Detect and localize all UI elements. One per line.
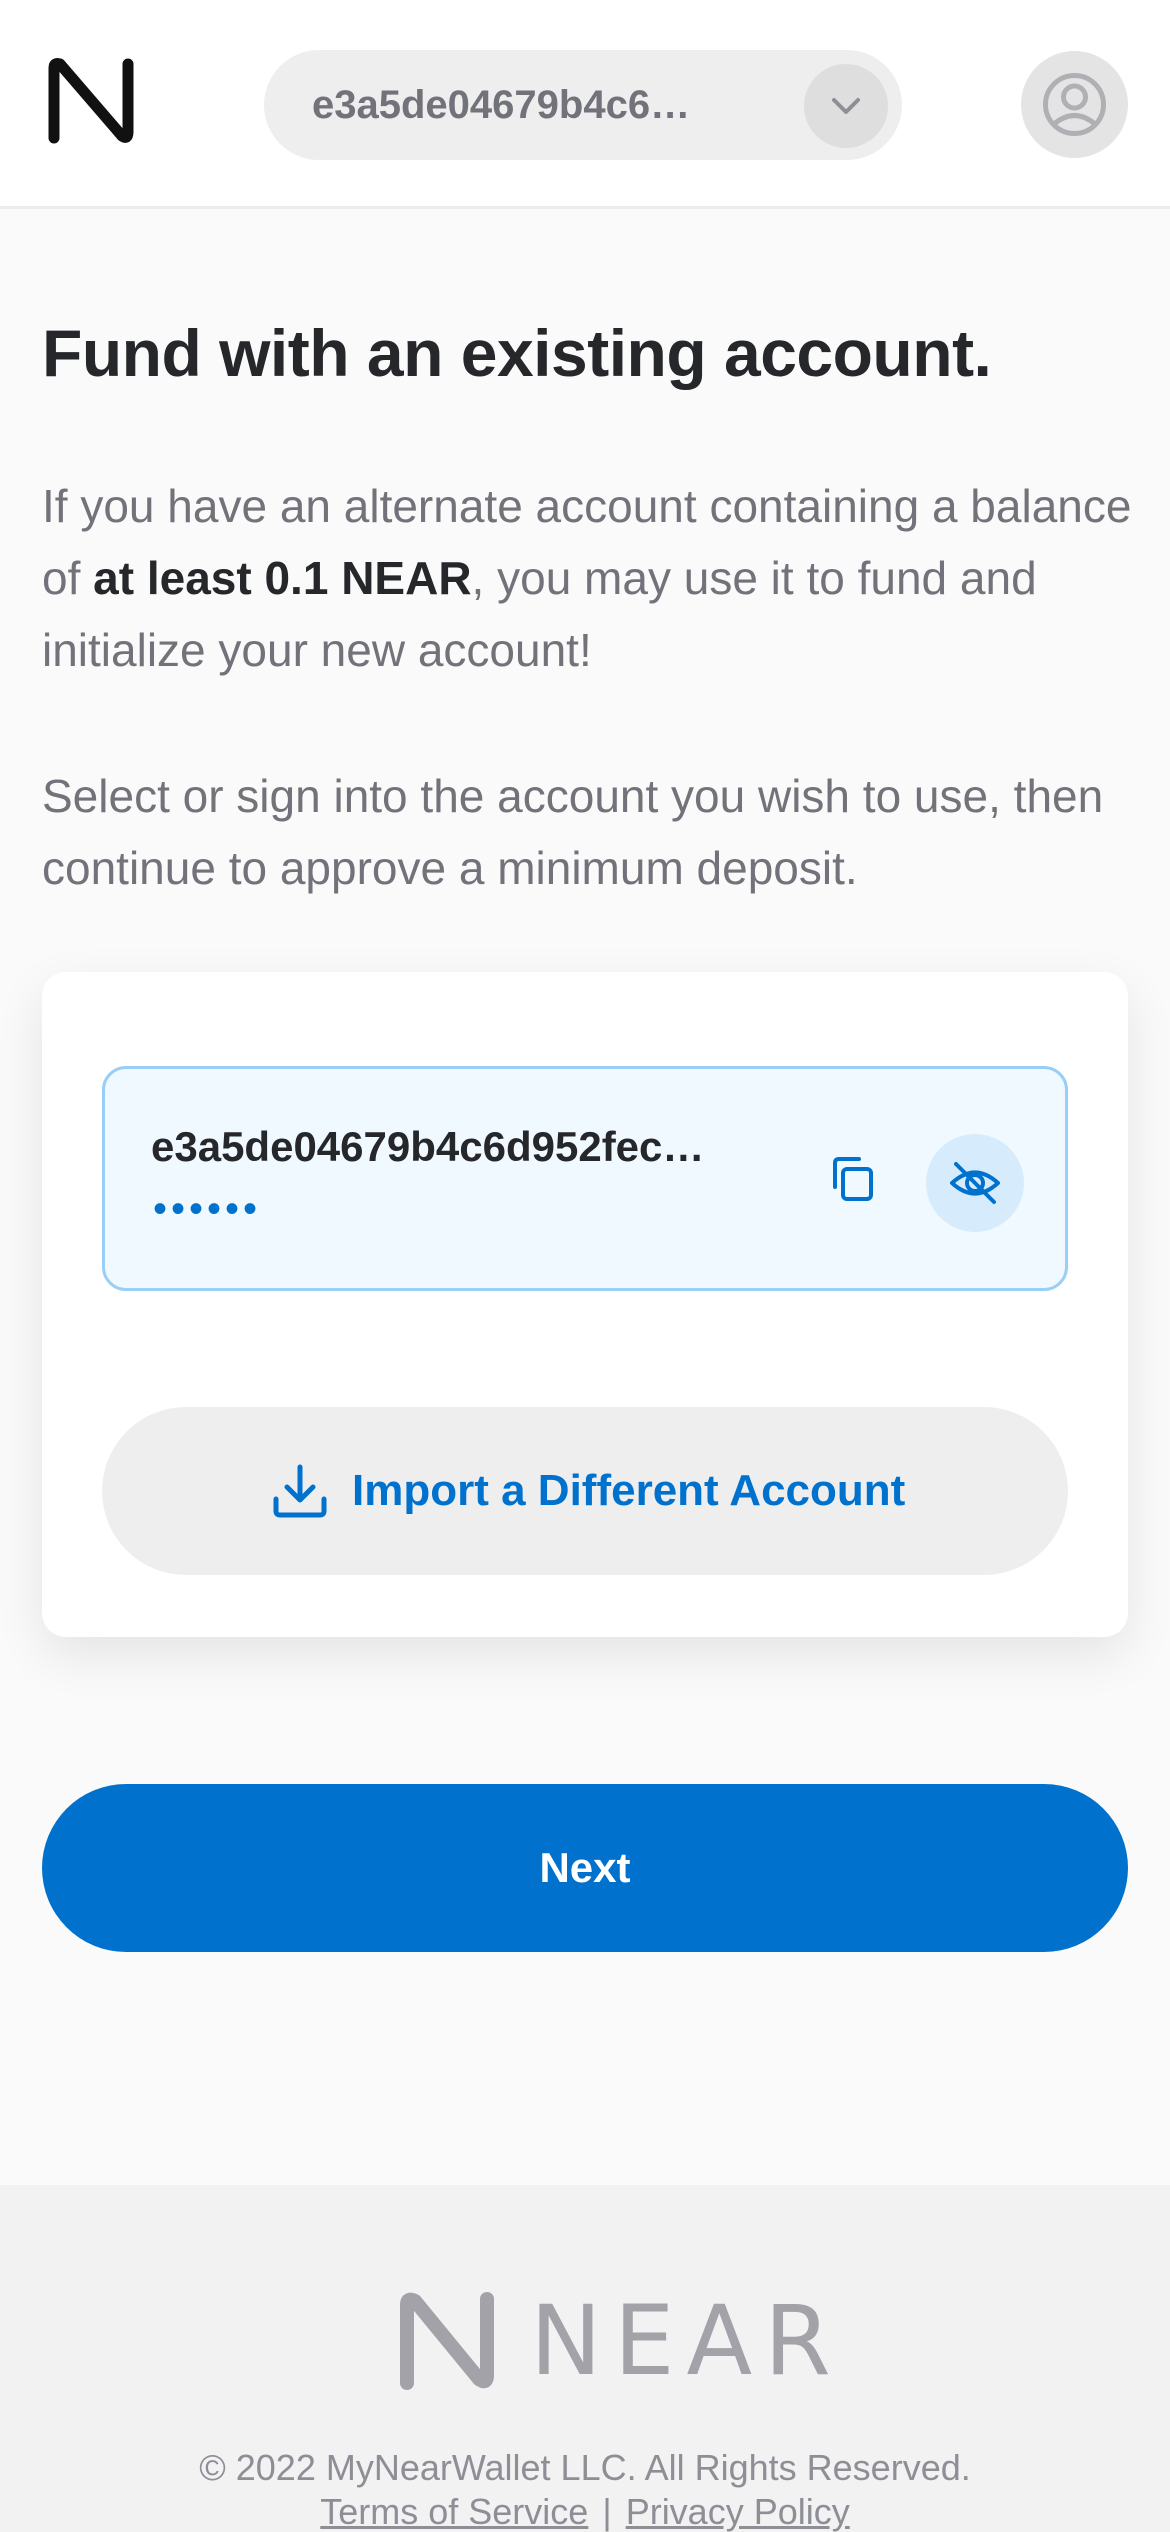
account-selector[interactable]: e3a5de04679b4c6… — [264, 50, 902, 160]
near-logo-icon — [397, 2291, 497, 2396]
selected-account[interactable]: e3a5de04679b4c6d952fec… •••••• — [102, 1066, 1068, 1291]
copy-icon[interactable] — [821, 1149, 885, 1213]
eye-off-icon[interactable] — [926, 1134, 1024, 1232]
account-id: e3a5de04679b4c6d952fec… — [151, 1123, 705, 1170]
terms-of-service-link[interactable]: Terms of Service — [320, 2491, 588, 2532]
instruction-paragraph: Select or sign into the account you wish… — [42, 770, 1104, 894]
next-button[interactable]: Next — [42, 1784, 1128, 1952]
import-account-label: Import a Different Account — [352, 1466, 906, 1515]
download-icon — [270, 1461, 330, 1526]
near-n-logo-icon[interactable] — [46, 56, 136, 146]
balance-masked: •••••• — [153, 1187, 262, 1231]
page-footer: NEAR © 2022 MyNearWallet LLC. All Rights… — [0, 2185, 1170, 2532]
account-selector-label: e3a5de04679b4c6… — [312, 83, 691, 127]
chevron-down-icon[interactable] — [804, 64, 888, 148]
user-account-icon[interactable] — [1021, 51, 1128, 158]
minimum-balance-text: at least 0.1 NEAR — [93, 552, 472, 604]
copyright-text: © 2022 MyNearWallet LLC. All Rights Rese… — [199, 2447, 971, 2488]
page-title: Fund with an existing account. — [42, 316, 992, 390]
privacy-policy-link[interactable]: Privacy Policy — [626, 2491, 850, 2532]
import-account-button[interactable]: Import a Different Account — [102, 1407, 1068, 1575]
link-separator: | — [602, 2491, 612, 2532]
app-header: e3a5de04679b4c6… — [0, 0, 1170, 209]
intro-paragraph: If you have an alternate account contain… — [42, 470, 1142, 686]
footer-links: Terms of Service | Privacy Policy — [0, 2491, 1170, 2532]
near-wordmark: NEAR — [530, 2285, 843, 2397]
